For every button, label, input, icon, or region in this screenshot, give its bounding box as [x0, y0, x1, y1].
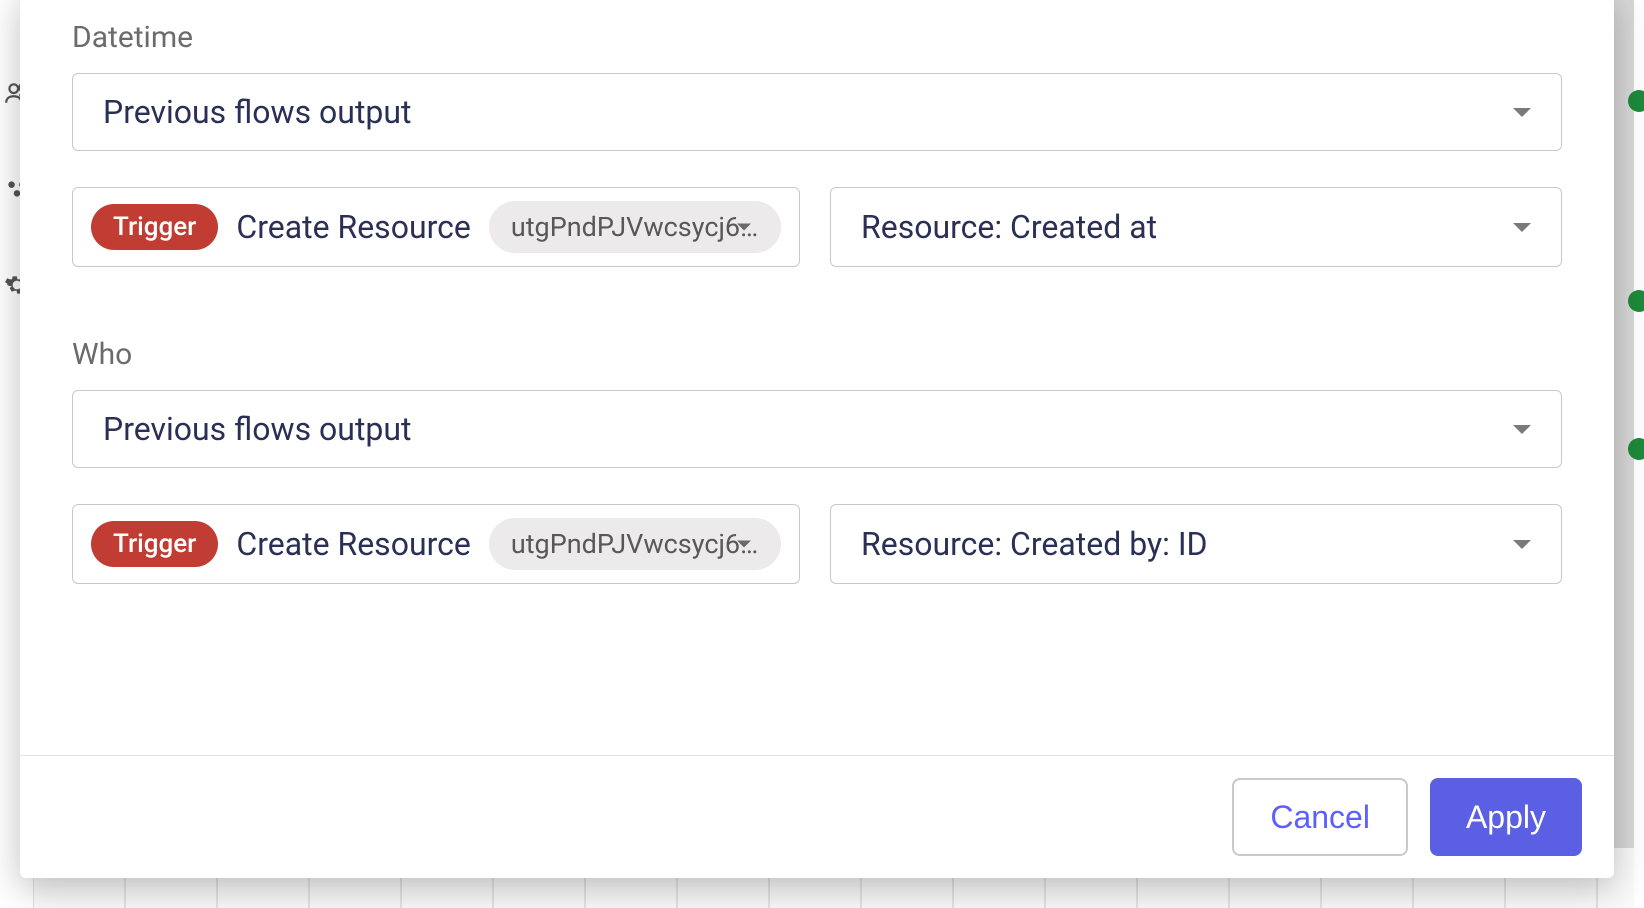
status-dot: [1628, 290, 1644, 312]
chevron-down-icon: [737, 224, 751, 231]
datetime-mapping-row: Trigger Create Resource utgPndPJVwcsycj6…: [72, 187, 1562, 267]
chevron-down-icon: [1513, 223, 1531, 232]
cancel-button[interactable]: Cancel: [1232, 778, 1408, 856]
datetime-source-select[interactable]: Previous flows output: [72, 73, 1562, 151]
section-label-datetime: Datetime: [72, 20, 1562, 55]
trigger-title: Create Resource: [236, 525, 470, 563]
chevron-down-icon: [737, 541, 751, 548]
who-mapping-row: Trigger Create Resource utgPndPJVwcsycj6…: [72, 504, 1562, 584]
modal-footer: Cancel Apply: [20, 755, 1614, 878]
status-dot: [1628, 90, 1644, 112]
modal-body: Datetime Previous flows output Trigger C…: [20, 0, 1614, 755]
trigger-badge: Trigger: [91, 521, 218, 567]
apply-button[interactable]: Apply: [1430, 778, 1582, 856]
who-trigger-chip[interactable]: Trigger Create Resource utgPndPJVwcsycj6…: [72, 504, 800, 584]
trigger-id-pill: utgPndPJVwcsycj65CsY…: [489, 201, 781, 253]
trigger-title: Create Resource: [236, 208, 470, 246]
background-right-strip: [1634, 0, 1644, 908]
chevron-down-icon: [1513, 425, 1531, 434]
config-modal: Datetime Previous flows output Trigger C…: [20, 0, 1614, 878]
section-label-who: Who: [72, 337, 1562, 372]
status-dot: [1628, 438, 1644, 460]
chevron-down-icon: [1513, 540, 1531, 549]
select-value: Previous flows output: [103, 410, 411, 448]
select-value: Resource: Created by: ID: [861, 525, 1208, 563]
who-source-select[interactable]: Previous flows output: [72, 390, 1562, 468]
chevron-down-icon: [1513, 108, 1531, 117]
who-resource-select[interactable]: Resource: Created by: ID: [830, 504, 1562, 584]
section-datetime: Datetime Previous flows output Trigger C…: [72, 20, 1562, 267]
select-value: Resource: Created at: [861, 208, 1157, 246]
section-who: Who Previous flows output Trigger Create…: [72, 337, 1562, 584]
trigger-id-pill: utgPndPJVwcsycj65CsY…: [489, 518, 781, 570]
datetime-trigger-chip[interactable]: Trigger Create Resource utgPndPJVwcsycj6…: [72, 187, 800, 267]
trigger-badge: Trigger: [91, 204, 218, 250]
select-value: Previous flows output: [103, 93, 411, 131]
datetime-resource-select[interactable]: Resource: Created at: [830, 187, 1562, 267]
